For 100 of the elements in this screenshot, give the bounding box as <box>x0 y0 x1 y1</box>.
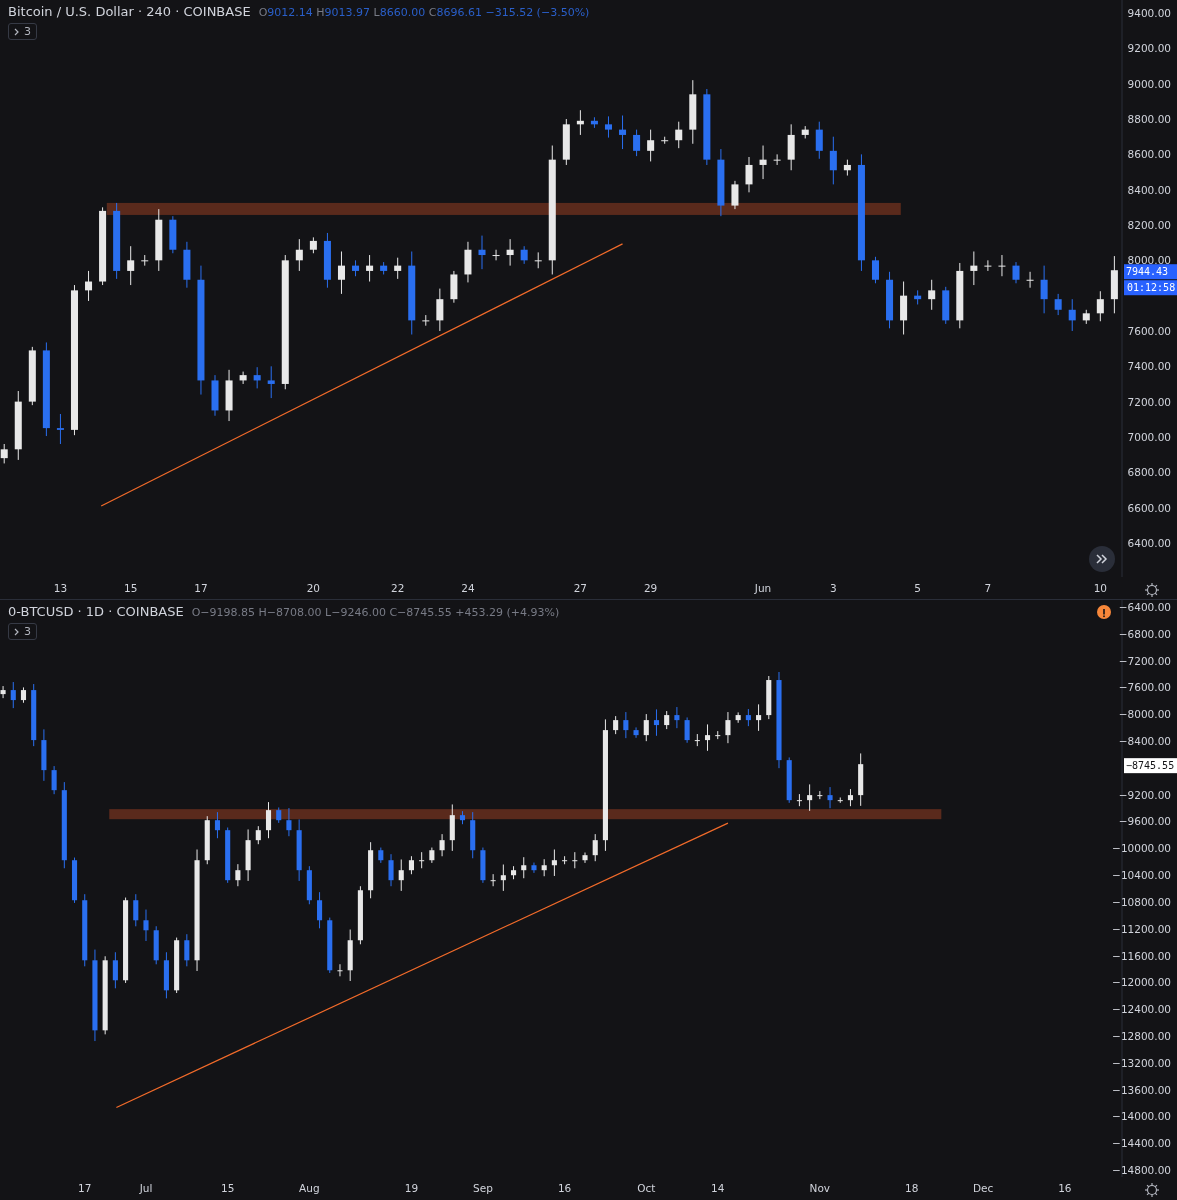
price-label: −12400.00 <box>1112 1003 1171 1016</box>
candlestick <box>756 703 762 732</box>
date-label: 15 <box>124 582 138 594</box>
candlestick <box>323 232 331 289</box>
candlestick <box>534 251 542 269</box>
candlestick <box>619 115 627 150</box>
candlestick <box>183 241 191 289</box>
symbol-title: Bitcoin / U.S. Dollar · 240 · COINBASE <box>8 4 251 19</box>
double-chevron-icon <box>1096 554 1108 564</box>
indicators-toggle[interactable]: 3 <box>8 23 37 40</box>
candlestick <box>998 254 1006 277</box>
candlestick <box>511 865 517 880</box>
candlestick <box>296 818 302 882</box>
candlestick <box>286 807 292 837</box>
candlestick <box>85 270 93 302</box>
candlestick <box>766 675 772 720</box>
candlestick <box>858 752 864 807</box>
candlestick <box>786 756 792 804</box>
candlestick <box>796 793 802 807</box>
candlestick <box>886 271 894 329</box>
alert-icon[interactable] <box>1097 605 1111 619</box>
candlestick <box>492 249 500 261</box>
candlestick <box>464 241 472 283</box>
candlestick <box>265 801 272 839</box>
price-label: 7200.00 <box>1127 395 1171 408</box>
date-label: 19 <box>404 1182 419 1194</box>
candlestick <box>459 810 466 825</box>
candlestick <box>276 806 282 824</box>
scroll-to-latest-button[interactable] <box>1089 546 1115 572</box>
candlestick <box>725 711 731 744</box>
candlestick <box>847 788 853 807</box>
candlestick <box>653 708 660 737</box>
candlestick <box>169 215 177 254</box>
date-label: Nov <box>809 1182 831 1194</box>
candlestick <box>366 254 374 282</box>
candlestick <box>1110 255 1118 314</box>
candlestick <box>928 279 936 311</box>
candlestick <box>214 811 220 839</box>
candlestick <box>807 783 813 812</box>
chevron-icon <box>14 27 20 36</box>
ohlc-values: O9012.14 H9013.97 L8660.00 C8696.61 −315.52 (−3.50%) <box>258 6 590 19</box>
ohlc-values: O−9198.85 H−8708.00 L−9246.00 C−8745.55 +453.29 (+4.93%) <box>191 606 560 619</box>
candlestick <box>562 118 570 166</box>
price-label: 8200.00 <box>1127 219 1171 231</box>
date-label: 20 <box>306 582 321 594</box>
date-label: Jun <box>754 582 772 594</box>
candlestick <box>267 365 275 399</box>
price-label: −13600.00 <box>1112 1083 1171 1096</box>
candlestick <box>347 929 353 982</box>
candlestick <box>837 796 843 804</box>
price-label: 8000.00 <box>1127 254 1171 267</box>
price-label: 6600.00 <box>1127 501 1171 514</box>
price-label: −13200.00 <box>1112 1056 1171 1069</box>
candlestick <box>970 251 978 286</box>
candlestick <box>647 129 655 162</box>
candlestick <box>72 857 78 904</box>
date-label: 3 <box>830 582 837 594</box>
candlestick <box>572 851 578 869</box>
date-label: Oct <box>637 1182 656 1194</box>
candlestick <box>41 728 47 782</box>
candlestick <box>843 159 851 177</box>
price-label: −14400.00 <box>1112 1137 1171 1150</box>
price-label: −11200.00 <box>1112 922 1171 935</box>
candlestick <box>633 129 641 157</box>
date-label: 5 <box>914 582 921 594</box>
candlestick <box>388 853 394 887</box>
candlestick <box>801 125 809 139</box>
candlestick <box>520 245 528 265</box>
settings-icon[interactable] <box>1144 582 1160 598</box>
date-label: 17 <box>194 582 208 594</box>
price-label: −8000.00 <box>1118 708 1171 721</box>
candlestick <box>817 790 823 800</box>
candlestick <box>871 256 879 284</box>
candlestick <box>576 109 584 136</box>
candlestick <box>398 859 404 892</box>
candlestick <box>20 686 27 704</box>
candlestick <box>675 121 683 149</box>
candlestick <box>661 136 669 145</box>
candlestick <box>155 208 163 272</box>
candlestick <box>211 374 219 417</box>
date-label: 17 <box>78 1182 92 1194</box>
candlestick <box>684 716 690 744</box>
candlestick <box>562 855 568 865</box>
settings-icon[interactable] <box>1144 1182 1160 1198</box>
candlestick <box>368 841 374 899</box>
candlestick <box>551 849 557 877</box>
candlestick <box>500 864 506 892</box>
price-label: 8600.00 <box>1127 148 1171 161</box>
price-label: 8400.00 <box>1127 183 1171 196</box>
date-label: 15 <box>221 1182 235 1194</box>
indicators-toggle[interactable]: 3 <box>8 623 37 640</box>
candlestick <box>956 262 964 329</box>
price-label: −10400.00 <box>1112 869 1171 882</box>
candlestick <box>51 765 57 795</box>
candlestick <box>942 286 950 325</box>
candlestick <box>317 891 323 929</box>
candlestick <box>419 851 425 869</box>
candlestick <box>1068 298 1076 332</box>
candlestick <box>815 121 823 160</box>
countdown-tag: 01:12:58 <box>1124 280 1177 296</box>
